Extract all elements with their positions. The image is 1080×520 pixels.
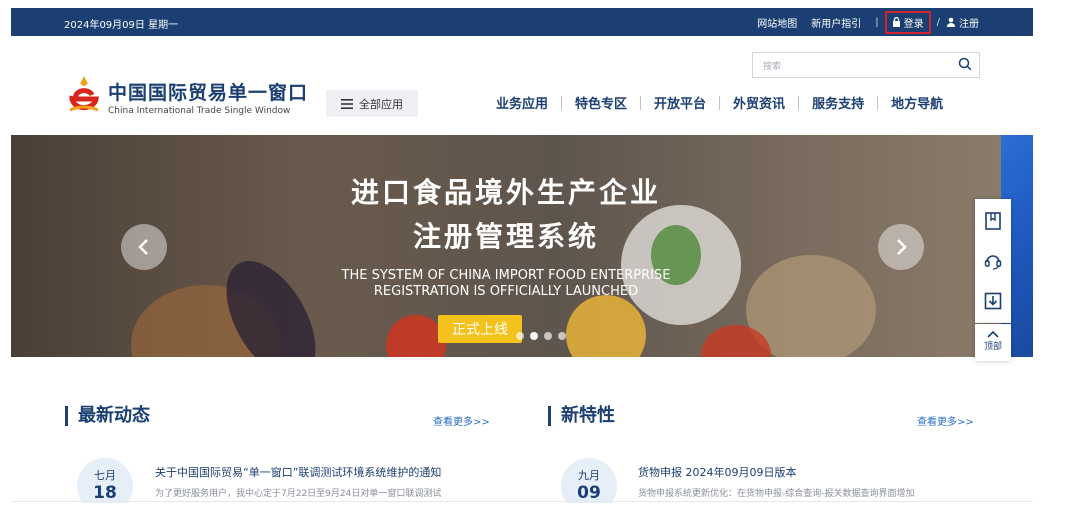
- back-to-top-button[interactable]: 顶部: [975, 324, 1011, 361]
- download-icon[interactable]: [983, 291, 1003, 311]
- launch-button[interactable]: 正式上线: [438, 315, 522, 343]
- customer-service-icon[interactable]: [983, 251, 1003, 271]
- all-apps-button[interactable]: 全部应用: [326, 90, 418, 117]
- banner-title-line1: 进口食品境外生产企业: [350, 176, 661, 209]
- separator: |: [875, 16, 879, 28]
- new-features-more-link[interactable]: 查看更多>>: [917, 413, 974, 428]
- new-features-item-title[interactable]: 货物申报 2024年09月09日版本: [638, 464, 796, 480]
- nav-divider: [719, 95, 721, 110]
- date-month: 九月: [578, 469, 600, 482]
- nav-trade-news[interactable]: 外贸资讯: [733, 93, 785, 112]
- search-icon[interactable]: [958, 57, 972, 71]
- prev-slide-button[interactable]: [121, 224, 167, 270]
- banner-decoration: [386, 315, 446, 357]
- new-features-item-summary: 货物申报系统更新优化：在货物申报-综合查询-报关数据查询界面增加: [638, 489, 915, 499]
- latest-news-item-summary: 为了更好服务用户，我中心定于7月22日至9月24日对单一窗口联调测试: [155, 489, 442, 499]
- date-month: 七月: [94, 469, 116, 482]
- login-label: 登录: [903, 18, 924, 30]
- nav-divider: [877, 95, 879, 110]
- next-slide-button[interactable]: [878, 224, 924, 270]
- current-date: 2024年09月09日 星期一: [64, 20, 179, 31]
- login-button[interactable]: 登录: [884, 10, 931, 34]
- slide-dot-active[interactable]: [530, 332, 538, 340]
- hero-banner: 进口食品境外生产企业 注册管理系统 THE SYSTEM OF CHINA IM…: [11, 135, 1001, 357]
- chevron-right-icon: [897, 239, 907, 255]
- slide-dot[interactable]: [544, 332, 552, 340]
- new-user-guide-link[interactable]: 新用户指引: [811, 15, 861, 30]
- brand-subtitle: China International Trade Single Window: [108, 106, 291, 116]
- search-input[interactable]: 搜索: [752, 52, 980, 78]
- nav-service-support[interactable]: 服务支持: [812, 93, 864, 112]
- menu-icon: [341, 98, 353, 109]
- nav-divider: [561, 95, 563, 110]
- top-bar: 2024年09月09日 星期一 网站地图 新用户指引 | 登录 / 注册: [11, 8, 1033, 36]
- side-toolbar: [975, 199, 1011, 323]
- new-features-title: 新特性: [548, 406, 615, 426]
- bookmark-icon[interactable]: [983, 211, 1003, 231]
- latest-news-title: 最新动态: [65, 406, 150, 426]
- slide-dot[interactable]: [558, 332, 566, 340]
- top-links: 网站地图 新用户指引 | 登录 / 注册: [743, 8, 979, 36]
- banner-subtitle-line2: REGISTRATION IS OFFICIALLY LAUNCHED: [373, 284, 639, 299]
- divider-line: [11, 501, 1033, 502]
- latest-news-date: 七月 18: [77, 458, 133, 503]
- banner-decoration: [566, 295, 646, 357]
- slide-indicators: [516, 332, 566, 340]
- logo-icon[interactable]: [66, 74, 102, 118]
- register-button[interactable]: 注册: [946, 15, 979, 30]
- search-placeholder: 搜索: [763, 62, 782, 72]
- nav-divider: [798, 95, 800, 110]
- slide-dot[interactable]: [516, 332, 524, 340]
- date-day: 09: [577, 483, 601, 503]
- nav-featured-zone[interactable]: 特色专区: [575, 93, 627, 112]
- nav-local-navigation[interactable]: 地方导航: [891, 93, 943, 112]
- nav-open-platform[interactable]: 开放平台: [654, 93, 706, 112]
- chevron-up-icon: [987, 330, 999, 338]
- sitemap-link[interactable]: 网站地图: [757, 15, 797, 30]
- main-nav: 业务应用 特色专区 开放平台 外贸资讯 服务支持 地方导航: [496, 93, 943, 112]
- all-apps-label: 全部应用: [359, 97, 403, 111]
- latest-news-more-link[interactable]: 查看更多>>: [433, 413, 490, 428]
- lock-icon: [892, 17, 900, 27]
- banner-subtitle-line1: THE SYSTEM OF CHINA IMPORT FOOD ENTERPRI…: [341, 268, 671, 283]
- date-day: 18: [93, 483, 117, 503]
- nav-divider: [640, 95, 642, 110]
- back-to-top-label: 顶部: [983, 342, 1002, 352]
- chevron-left-icon: [138, 239, 148, 255]
- nav-business-apps[interactable]: 业务应用: [496, 93, 548, 112]
- new-features-date: 九月 09: [561, 458, 617, 503]
- brand-title: 中国国际贸易单一窗口: [108, 82, 309, 104]
- user-icon: [946, 17, 956, 27]
- slash: /: [936, 16, 940, 28]
- page: 2024年09月09日 星期一 网站地图 新用户指引 | 登录 / 注册 中国国…: [11, 8, 1033, 503]
- register-label: 注册: [959, 18, 979, 30]
- latest-news-item-title[interactable]: 关于中国国际贸易“单一窗口”联调测试环境系统维护的通知: [155, 464, 441, 480]
